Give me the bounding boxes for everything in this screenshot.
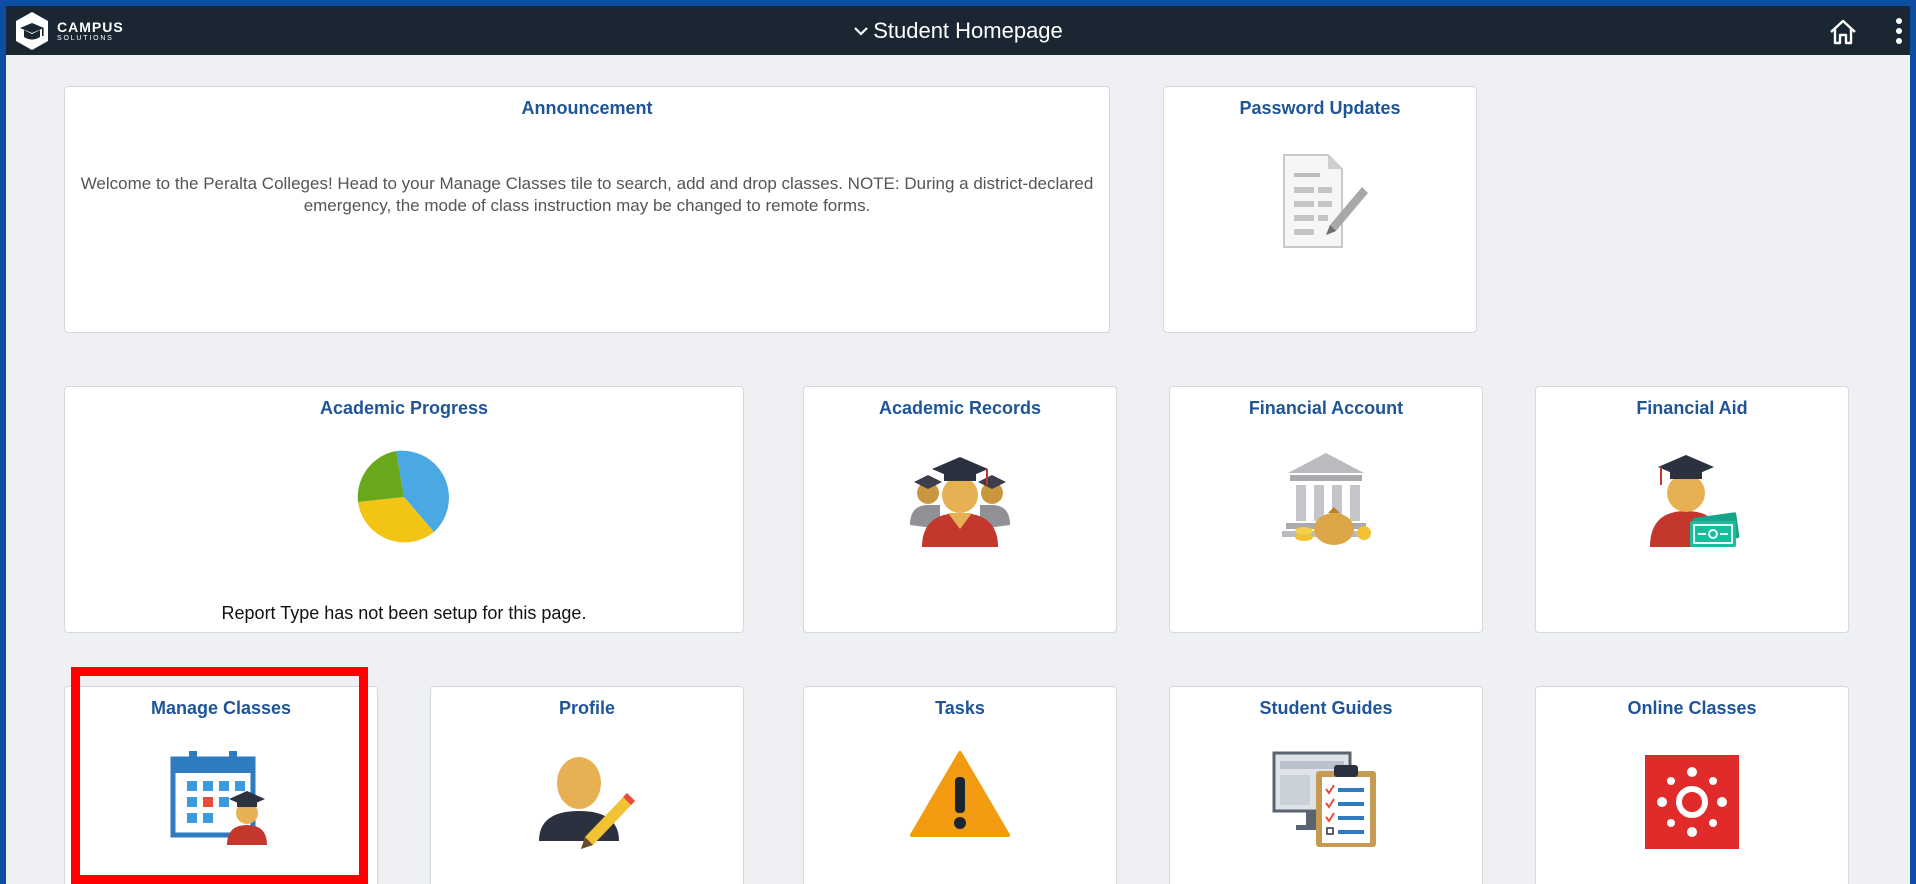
manage-classes-highlight-box bbox=[71, 667, 368, 884]
tile-password-updates[interactable]: Password Updates bbox=[1163, 86, 1477, 333]
tile-title: Tasks bbox=[935, 698, 985, 718]
tile-profile[interactable]: Profile bbox=[430, 686, 744, 884]
tile-title: Password Updates bbox=[1239, 98, 1401, 118]
tile-academic-progress[interactable]: Academic Progress Report Type has not be… bbox=[64, 386, 744, 633]
tile-financial-account[interactable]: Financial Account bbox=[1169, 386, 1483, 633]
tile-title: Financial Account bbox=[1248, 398, 1404, 418]
announcement-text: Welcome to the Peralta Colleges! Head to… bbox=[80, 174, 1094, 215]
tile-announcement[interactable]: Announcement Welcome to the Peralta Coll… bbox=[64, 86, 1110, 333]
page-title-dropdown[interactable]: Student Homepage bbox=[6, 6, 1910, 55]
tile-academic-records[interactable]: Academic Records bbox=[803, 386, 1117, 633]
tile-online-classes[interactable]: Online Classes bbox=[1535, 686, 1849, 884]
tile-title: Profile bbox=[558, 698, 615, 718]
tile-title: Financial Aid bbox=[1636, 398, 1748, 418]
pie-chart-icon bbox=[357, 450, 449, 543]
home-button[interactable] bbox=[1828, 18, 1858, 46]
chevron-down-icon bbox=[854, 26, 868, 36]
graduate-money-icon bbox=[1650, 455, 1740, 547]
document-pencil-icon bbox=[1283, 154, 1368, 248]
tile-financial-aid[interactable]: Financial Aid bbox=[1535, 386, 1849, 633]
canvas-logo-icon bbox=[1645, 755, 1739, 849]
tile-student-guides[interactable]: Student Guides bbox=[1169, 686, 1483, 884]
tile-title: Student Guides bbox=[1259, 698, 1393, 718]
bank-icon bbox=[1282, 453, 1371, 545]
tile-title: Announcement bbox=[521, 98, 653, 118]
clipboard-checklist-icon bbox=[1272, 751, 1376, 847]
vertical-ellipsis-icon bbox=[1896, 18, 1902, 44]
actions-menu-button[interactable] bbox=[1894, 16, 1904, 46]
home-icon bbox=[1830, 19, 1856, 45]
app-frame: CAMPUS SOLUTIONS Student Homepage Announ… bbox=[6, 6, 1910, 884]
graduates-icon bbox=[910, 457, 1010, 547]
user-edit-icon bbox=[539, 757, 635, 849]
tile-title: Academic Records bbox=[878, 398, 1042, 418]
tile-title: Online Classes bbox=[1627, 698, 1757, 718]
page-title: Student Homepage bbox=[873, 17, 1063, 43]
tile-title: Academic Progress bbox=[319, 398, 489, 418]
warning-icon bbox=[910, 751, 1010, 837]
report-status-text: Report Type has not been setup for this … bbox=[221, 603, 587, 623]
tile-tasks[interactable]: Tasks bbox=[803, 686, 1117, 884]
header-bar: CAMPUS SOLUTIONS Student Homepage bbox=[6, 6, 1910, 55]
